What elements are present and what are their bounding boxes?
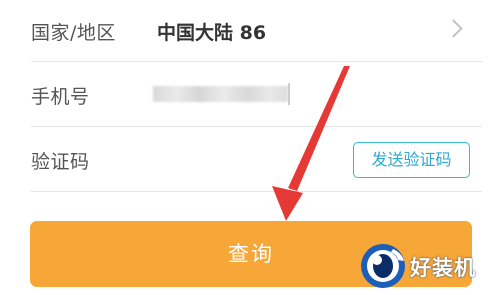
- region-label: 国家/地区: [31, 22, 116, 44]
- logo-icon: [361, 244, 405, 288]
- send-code-button[interactable]: 发送验证码: [353, 142, 470, 178]
- region-value: 中国大陆 86: [157, 22, 267, 44]
- divider: [31, 191, 482, 192]
- watermark-logo: 好装机: [360, 243, 496, 289]
- phone-input[interactable]: [153, 86, 288, 102]
- text-caret: [288, 83, 290, 105]
- chevron-right-icon: [444, 19, 463, 38]
- watermark-text: 好装机: [410, 256, 476, 280]
- phone-label: 手机号: [31, 86, 90, 108]
- region-row[interactable]: 国家/地区 中国大陆 86: [0, 0, 500, 64]
- code-label: 验证码: [31, 151, 90, 173]
